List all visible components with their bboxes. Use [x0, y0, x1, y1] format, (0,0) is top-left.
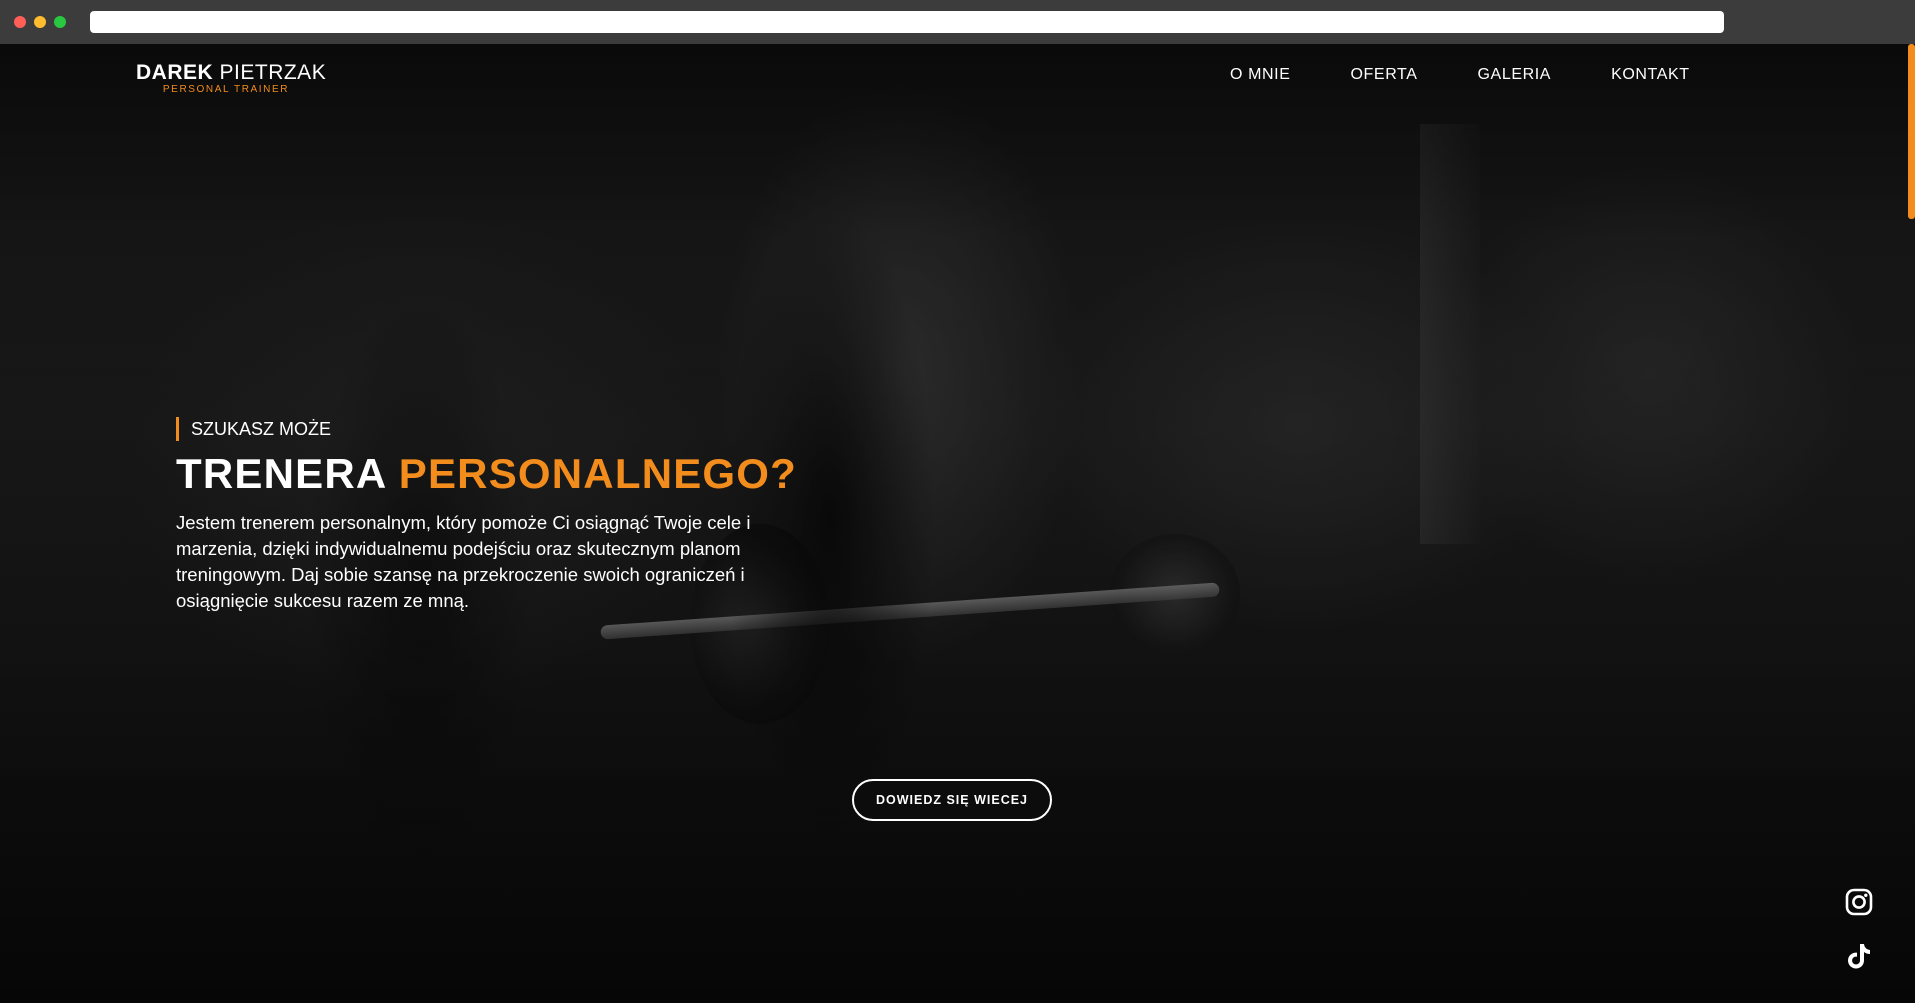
hero-lead-text: Jestem trenerem personalnym, który pomoż… [176, 512, 751, 611]
browser-window: DAREK PIETRZAK PERSONAL TRAINER O MNIE O… [0, 0, 1915, 1003]
scrollbar-thumb[interactable] [1908, 44, 1915, 219]
hero-headline: TRENERA PERSONALNEGO? [176, 448, 797, 500]
learn-more-button[interactable]: DOWIEDZ SIĘ WIECEJ [852, 779, 1052, 821]
logo-last-name: PIETRZAK [219, 61, 327, 84]
browser-titlebar [0, 0, 1915, 44]
main-nav: O MNIE OFERTA GALERIA KONTAKT [1230, 66, 1690, 96]
logo-first-name: DAREK [136, 61, 214, 84]
maximize-window-button[interactable] [54, 16, 66, 28]
logo-subtitle: PERSONAL TRAINER [162, 84, 290, 95]
close-window-button[interactable] [14, 16, 26, 28]
address-bar[interactable] [90, 11, 1724, 33]
headline-part-accent: PERSONALNEGO? [398, 450, 798, 497]
tiktok-icon[interactable] [1844, 941, 1874, 971]
nav-item-galeria[interactable]: GALERIA [1478, 66, 1552, 96]
hero-eyebrow: SZUKASZ MOŻE [176, 417, 331, 441]
nav-item-o-mnie[interactable]: O MNIE [1230, 66, 1291, 96]
minimize-window-button[interactable] [34, 16, 46, 28]
site-logo[interactable]: DAREK PIETRZAK PERSONAL TRAINER [136, 61, 326, 95]
instagram-icon[interactable] [1844, 887, 1874, 917]
page-viewport: DAREK PIETRZAK PERSONAL TRAINER O MNIE O… [0, 44, 1915, 1003]
logo-name: DAREK PIETRZAK [136, 61, 326, 85]
headline-part-white: TRENERA [176, 450, 386, 497]
nav-item-kontakt[interactable]: KONTAKT [1611, 66, 1690, 96]
nav-item-oferta[interactable]: OFERTA [1351, 66, 1418, 96]
